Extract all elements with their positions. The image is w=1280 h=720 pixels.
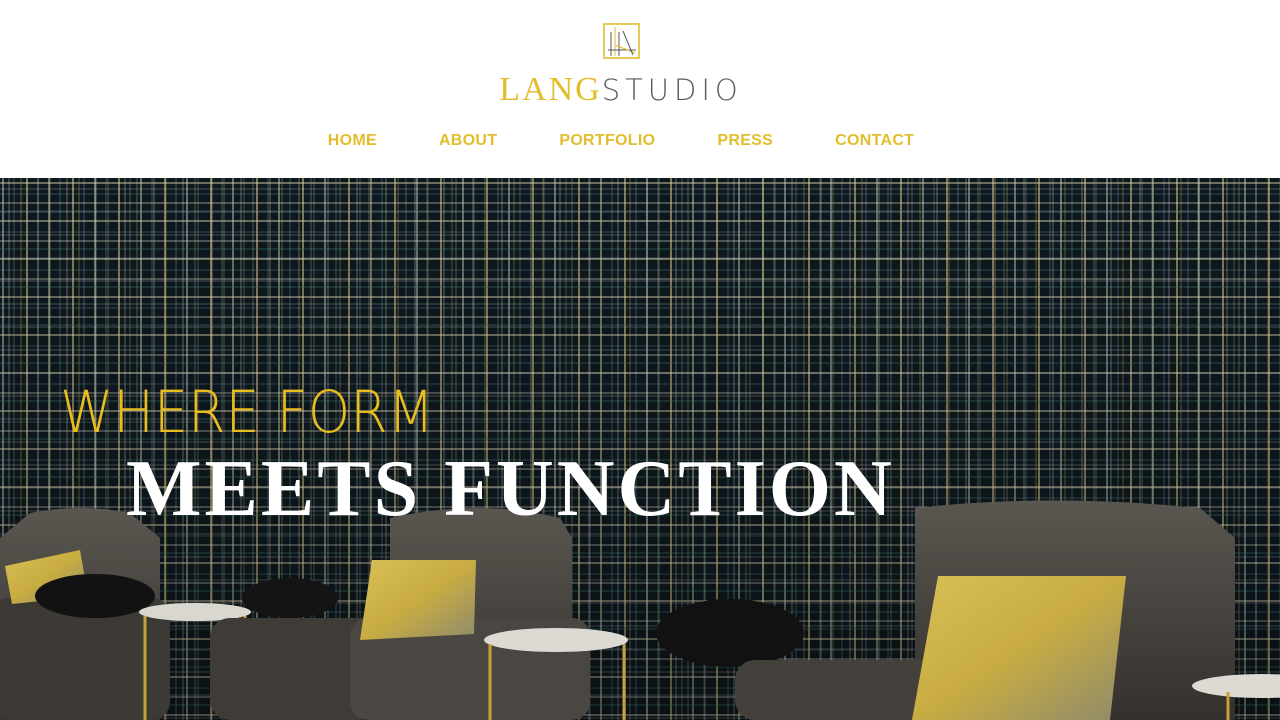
logo-wordmark[interactable]: LANGSTUDIO — [0, 70, 1242, 110]
logo-text-primary: LANG — [499, 71, 602, 108]
hero-headline-line2: MEETS FUNCTION — [126, 445, 895, 533]
nav-item-press[interactable]: PRESS — [686, 130, 804, 152]
hero-banner: WHERE FORM MEETS FUNCTION — [0, 178, 1280, 720]
logo-text-secondary: STUDIO — [601, 73, 743, 107]
nav-item-contact[interactable]: CONTACT — [804, 130, 945, 152]
nav-item-about[interactable]: ABOUT — [408, 130, 528, 152]
logo-icon[interactable] — [603, 23, 640, 59]
nav-item-home[interactable]: HOME — [297, 130, 408, 152]
site-header: LANGSTUDIO HOME ABOUT PORTFOLIO PRESS CO… — [0, 0, 1280, 178]
main-nav: HOME ABOUT PORTFOLIO PRESS CONTACT — [0, 130, 1242, 152]
hero-headline-line1: WHERE FORM — [60, 378, 435, 446]
nav-item-portfolio[interactable]: PORTFOLIO — [528, 130, 686, 152]
